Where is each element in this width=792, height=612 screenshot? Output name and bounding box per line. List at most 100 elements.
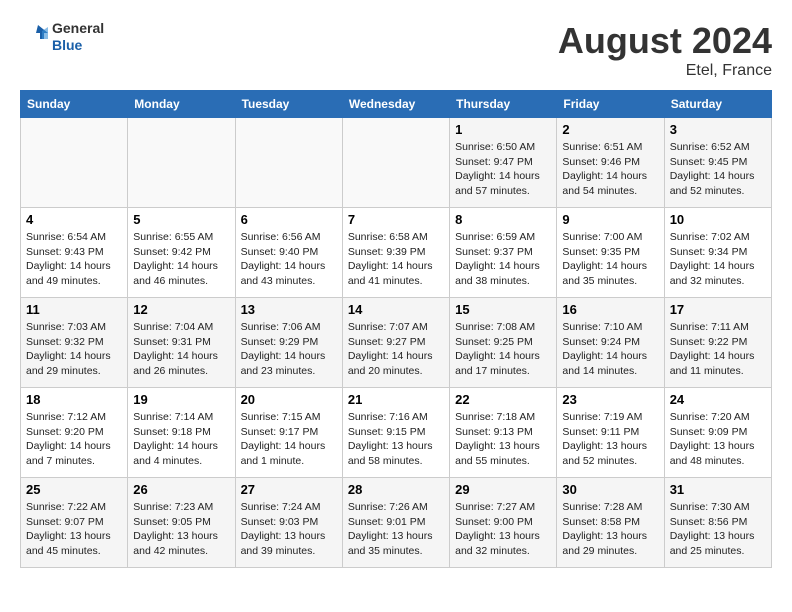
weekday-header-sunday: Sunday [21,91,128,118]
day-info: Sunrise: 7:14 AM Sunset: 9:18 PM Dayligh… [133,410,229,469]
day-info: Sunrise: 7:02 AM Sunset: 9:34 PM Dayligh… [670,230,766,289]
day-number: 9 [562,212,658,227]
day-number: 14 [348,302,444,317]
location: Etel, France [558,62,772,80]
day-number: 27 [241,482,337,497]
calendar-cell: 10 Sunrise: 7:02 AM Sunset: 9:34 PM Dayli… [664,208,771,298]
calendar-cell: 4 Sunrise: 6:54 AM Sunset: 9:43 PM Daylig… [21,208,128,298]
calendar-cell: 24 Sunrise: 7:20 AM Sunset: 9:09 PM Dayli… [664,388,771,478]
day-info: Sunrise: 7:27 AM Sunset: 9:00 PM Dayligh… [455,500,551,559]
day-number: 12 [133,302,229,317]
weekday-header-monday: Monday [128,91,235,118]
day-info: Sunrise: 7:11 AM Sunset: 9:22 PM Dayligh… [670,320,766,379]
calendar-cell: 6 Sunrise: 6:56 AM Sunset: 9:40 PM Daylig… [235,208,342,298]
calendar-cell [21,118,128,208]
day-info: Sunrise: 7:18 AM Sunset: 9:13 PM Dayligh… [455,410,551,469]
calendar-cell: 27 Sunrise: 7:24 AM Sunset: 9:03 PM Dayli… [235,478,342,568]
day-info: Sunrise: 7:20 AM Sunset: 9:09 PM Dayligh… [670,410,766,469]
calendar-cell: 22 Sunrise: 7:18 AM Sunset: 9:13 PM Dayli… [450,388,557,478]
calendar-cell: 2 Sunrise: 6:51 AM Sunset: 9:46 PM Daylig… [557,118,664,208]
weekday-header-row: SundayMondayTuesdayWednesdayThursdayFrid… [21,91,772,118]
calendar-week-row: 25Sunrise: 7:22 AM Sunset: 9:07 PM Dayli… [21,478,772,568]
day-number: 6 [241,212,337,227]
day-number: 3 [670,122,766,137]
day-number: 28 [348,482,444,497]
calendar-cell: 26 Sunrise: 7:23 AM Sunset: 9:05 PM Dayli… [128,478,235,568]
day-number: 29 [455,482,551,497]
day-info: Sunrise: 7:00 AM Sunset: 9:35 PM Dayligh… [562,230,658,289]
day-number: 16 [562,302,658,317]
calendar-week-row: 1Sunrise: 6:50 AM Sunset: 9:47 PM Daylig… [21,118,772,208]
calendar-cell: 8 Sunrise: 6:59 AM Sunset: 9:37 PM Daylig… [450,208,557,298]
day-number: 2 [562,122,658,137]
calendar-cell: 28 Sunrise: 7:26 AM Sunset: 9:01 PM Dayli… [342,478,449,568]
day-number: 10 [670,212,766,227]
day-info: Sunrise: 7:06 AM Sunset: 9:29 PM Dayligh… [241,320,337,379]
day-number: 7 [348,212,444,227]
day-info: Sunrise: 7:28 AM Sunset: 8:58 PM Dayligh… [562,500,658,559]
day-number: 20 [241,392,337,407]
calendar-cell: 12 Sunrise: 7:04 AM Sunset: 9:31 PM Dayli… [128,298,235,388]
calendar-cell: 14 Sunrise: 7:07 AM Sunset: 9:27 PM Dayli… [342,298,449,388]
calendar-cell: 25Sunrise: 7:22 AM Sunset: 9:07 PM Dayli… [21,478,128,568]
calendar-cell: 17 Sunrise: 7:11 AM Sunset: 9:22 PM Dayli… [664,298,771,388]
calendar-cell [342,118,449,208]
calendar-cell [235,118,342,208]
day-number: 18 [26,392,122,407]
calendar-table: SundayMondayTuesdayWednesdayThursdayFrid… [20,90,772,568]
day-info: Sunrise: 7:26 AM Sunset: 9:01 PM Dayligh… [348,500,444,559]
day-info: Sunrise: 6:52 AM Sunset: 9:45 PM Dayligh… [670,140,766,199]
day-info: Sunrise: 6:50 AM Sunset: 9:47 PM Dayligh… [455,140,551,199]
weekday-header-saturday: Saturday [664,91,771,118]
month-year: August 2024 [558,20,772,62]
weekday-header-wednesday: Wednesday [342,91,449,118]
day-number: 26 [133,482,229,497]
day-info: Sunrise: 6:58 AM Sunset: 9:39 PM Dayligh… [348,230,444,289]
day-number: 19 [133,392,229,407]
day-number: 4 [26,212,122,227]
day-number: 5 [133,212,229,227]
calendar-cell: 13 Sunrise: 7:06 AM Sunset: 9:29 PM Dayli… [235,298,342,388]
calendar-cell: 30 Sunrise: 7:28 AM Sunset: 8:58 PM Dayli… [557,478,664,568]
day-number: 22 [455,392,551,407]
calendar-cell: 1Sunrise: 6:50 AM Sunset: 9:47 PM Daylig… [450,118,557,208]
calendar-cell: 31Sunrise: 7:30 AM Sunset: 8:56 PM Dayli… [664,478,771,568]
day-number: 11 [26,302,122,317]
calendar-cell: 3 Sunrise: 6:52 AM Sunset: 9:45 PM Daylig… [664,118,771,208]
day-info: Sunrise: 6:51 AM Sunset: 9:46 PM Dayligh… [562,140,658,199]
day-number: 24 [670,392,766,407]
day-info: Sunrise: 7:30 AM Sunset: 8:56 PM Dayligh… [670,500,766,559]
calendar-cell: 19 Sunrise: 7:14 AM Sunset: 9:18 PM Dayli… [128,388,235,478]
weekday-header-friday: Friday [557,91,664,118]
logo-bird-icon [20,23,48,51]
weekday-header-thursday: Thursday [450,91,557,118]
day-info: Sunrise: 6:54 AM Sunset: 9:43 PM Dayligh… [26,230,122,289]
calendar-cell: 5 Sunrise: 6:55 AM Sunset: 9:42 PM Daylig… [128,208,235,298]
calendar-cell: 15 Sunrise: 7:08 AM Sunset: 9:25 PM Dayli… [450,298,557,388]
day-info: Sunrise: 7:08 AM Sunset: 9:25 PM Dayligh… [455,320,551,379]
calendar-week-row: 18 Sunrise: 7:12 AM Sunset: 9:20 PM Dayli… [21,388,772,478]
day-number: 15 [455,302,551,317]
logo: General Blue [20,20,104,54]
calendar-cell [128,118,235,208]
day-info: Sunrise: 7:12 AM Sunset: 9:20 PM Dayligh… [26,410,122,469]
day-info: Sunrise: 7:19 AM Sunset: 9:11 PM Dayligh… [562,410,658,469]
page-header: General Blue August 2024 Etel, France [20,20,772,80]
day-info: Sunrise: 7:04 AM Sunset: 9:31 PM Dayligh… [133,320,229,379]
day-number: 8 [455,212,551,227]
day-info: Sunrise: 7:10 AM Sunset: 9:24 PM Dayligh… [562,320,658,379]
day-info: Sunrise: 6:55 AM Sunset: 9:42 PM Dayligh… [133,230,229,289]
day-number: 25 [26,482,122,497]
day-number: 30 [562,482,658,497]
calendar-cell: 11 Sunrise: 7:03 AM Sunset: 9:32 PM Dayli… [21,298,128,388]
day-info: Sunrise: 7:07 AM Sunset: 9:27 PM Dayligh… [348,320,444,379]
calendar-cell: 20Sunrise: 7:15 AM Sunset: 9:17 PM Dayli… [235,388,342,478]
day-number: 17 [670,302,766,317]
day-number: 13 [241,302,337,317]
day-info: Sunrise: 7:24 AM Sunset: 9:03 PM Dayligh… [241,500,337,559]
day-info: Sunrise: 7:03 AM Sunset: 9:32 PM Dayligh… [26,320,122,379]
day-info: Sunrise: 7:23 AM Sunset: 9:05 PM Dayligh… [133,500,229,559]
day-info: Sunrise: 6:56 AM Sunset: 9:40 PM Dayligh… [241,230,337,289]
day-info: Sunrise: 6:59 AM Sunset: 9:37 PM Dayligh… [455,230,551,289]
logo-text: General Blue [52,20,104,54]
